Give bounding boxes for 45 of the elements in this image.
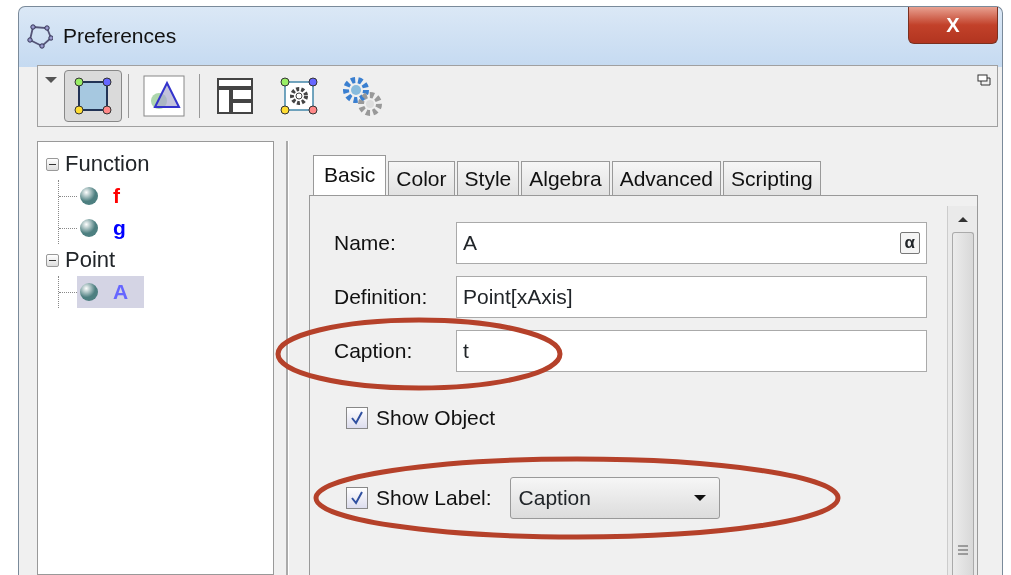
toolbar-button[interactable]	[64, 70, 122, 122]
text-field[interactable]: t	[456, 330, 927, 372]
symbol-button[interactable]: α	[899, 232, 920, 254]
tab[interactable]: Algebra	[521, 161, 610, 195]
label-dropdown[interactable]: Caption	[509, 477, 720, 519]
collapse-toggle[interactable]	[46, 253, 59, 267]
tab[interactable]: Style	[456, 161, 520, 195]
tree-item[interactable]: g	[77, 212, 142, 244]
dropdown-arrow-icon[interactable]	[44, 76, 58, 84]
tree-group-label[interactable]: Point	[65, 244, 116, 276]
scroll-thumb[interactable]	[951, 232, 974, 575]
grip-icon	[956, 545, 969, 555]
checkmark-icon	[350, 491, 364, 505]
gear-square-icon	[279, 76, 319, 116]
collapse-toggle[interactable]	[46, 157, 59, 171]
tree-item-label: A	[113, 279, 129, 306]
restore-icon[interactable]	[977, 74, 991, 86]
caret-icon	[692, 494, 707, 502]
tab[interactable]: Color	[388, 161, 455, 195]
checkbox[interactable]	[346, 407, 368, 429]
sphere-icon	[79, 186, 99, 206]
sphere-icon	[79, 218, 99, 238]
tree-item-label: f	[113, 183, 120, 210]
checkbox-label: Show Object	[376, 405, 496, 432]
field-label: Caption:	[334, 338, 414, 365]
checkbox-label: Show Label:	[376, 485, 492, 512]
sphere-icon	[79, 282, 99, 302]
tab[interactable]: Basic	[313, 155, 387, 195]
window-title: Preferences	[63, 23, 177, 50]
tree-item[interactable]: f	[77, 180, 136, 212]
checkmark-icon	[350, 411, 364, 425]
square-points-icon	[73, 76, 113, 116]
field-label: Definition:	[334, 284, 429, 311]
layout-icon	[215, 76, 255, 116]
tree-item-label: g	[113, 215, 126, 242]
close-button[interactable]: X	[908, 7, 998, 44]
polygon-icon	[27, 23, 53, 49]
text-field[interactable]: Point[xAxis]	[456, 276, 927, 318]
text-field[interactable]: A α	[456, 222, 927, 264]
tab[interactable]: Advanced	[611, 161, 722, 195]
tab[interactable]: Scripting	[723, 161, 821, 195]
tree-group-label[interactable]: Function	[65, 148, 150, 180]
scrollbar[interactable]	[947, 206, 977, 575]
checkbox[interactable]	[346, 487, 368, 509]
field-label: Name:	[334, 230, 397, 257]
